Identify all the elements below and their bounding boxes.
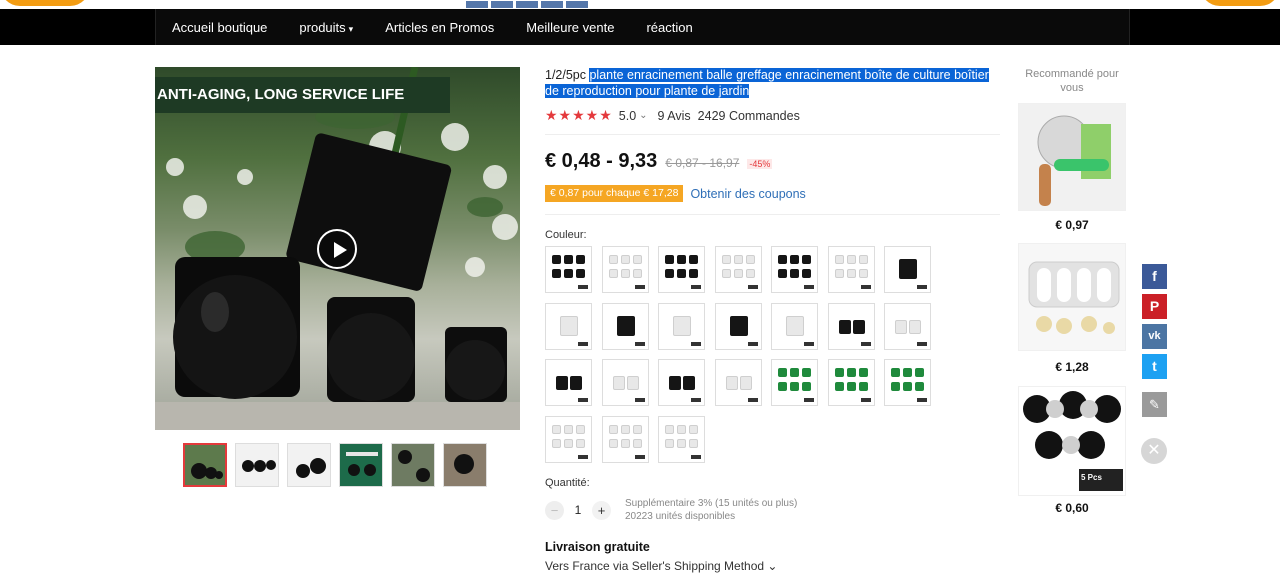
nav-accueil-boutique[interactable]: Accueil boutique	[172, 20, 267, 35]
star-rating-icon: ★★★★★	[545, 107, 613, 123]
recommended-item-2-image[interactable]	[1018, 243, 1126, 351]
nav-label: Articles en Promos	[385, 19, 495, 35]
price-row: € 0,48 - 9,33 € 0,87 - 16,97 -45%	[545, 150, 773, 173]
twitter-share-button[interactable]: t	[1142, 354, 1167, 379]
chevron-down-icon: ▾	[348, 23, 354, 34]
recommended-item-1-image[interactable]	[1018, 103, 1126, 211]
kitchen-gadget-photo	[1019, 104, 1125, 210]
recommended-item-3-badge: 5 Pcs	[1081, 473, 1102, 482]
shipping-title: Livraison gratuite	[545, 540, 650, 554]
title-highlighted-text: plante enracinement balle greffage enrac…	[545, 68, 989, 98]
current-price: € 0,48 - 9,33	[545, 150, 658, 172]
thumbnail-strip	[183, 443, 487, 487]
play-icon[interactable]	[317, 229, 357, 269]
quantity-input[interactable]: 1	[564, 503, 592, 517]
nav-label: Meilleure vente	[526, 19, 615, 35]
color-swatch[interactable]	[827, 246, 875, 293]
quantity-info: Supplémentaire 3% (15 unités ou plus) 20…	[625, 497, 797, 523]
nav-label: réaction	[646, 19, 693, 35]
recommended-item-2-price: € 1,28	[1055, 360, 1089, 374]
coupon-tag: € 0,87 pour chaque € 17,28	[545, 185, 684, 202]
orders-count: 2429 Commandes	[697, 108, 800, 123]
color-label: Couleur:	[545, 229, 587, 241]
color-swatch[interactable]	[545, 302, 592, 350]
navigation-bar: Accueil boutique produits ▾ Articles en P…	[0, 9, 1280, 45]
color-swatch[interactable]	[771, 302, 818, 350]
title-prefix: 1/2/5pc	[545, 68, 590, 82]
color-swatch[interactable]	[545, 415, 592, 463]
nav-label: produits	[299, 19, 346, 35]
color-swatch[interactable]	[714, 246, 762, 293]
reviews-count[interactable]: 9 Avis	[658, 109, 691, 123]
color-swatch[interactable]	[771, 359, 818, 406]
color-swatch[interactable]	[658, 415, 705, 463]
nav-label: Accueil boutique	[172, 19, 268, 35]
nav-articles-en-promos[interactable]: Articles en Promos	[385, 20, 494, 35]
stock-available-text: 20223 unités disponibles	[625, 511, 736, 522]
recommended-item-3-price: € 0,60	[1055, 501, 1089, 515]
color-swatch[interactable]	[884, 302, 931, 350]
quantity-minus-button[interactable]: −	[545, 500, 564, 520]
store-logo-left	[0, 0, 90, 6]
top-header-strip	[0, 0, 1280, 9]
coupon-row: € 0,87 pour chaque € 17,28 Obtenir des c…	[545, 185, 806, 202]
quantity-label: Quantité:	[545, 477, 590, 489]
color-swatch[interactable]	[601, 415, 649, 463]
nav-produits[interactable]: produits ▾	[299, 20, 353, 35]
thumbnail-4[interactable]	[339, 443, 383, 487]
color-swatch[interactable]	[601, 302, 649, 350]
popsicle-mold-photo	[1019, 244, 1125, 350]
rating-row: ★★★★★ 5.0 ⌄ 9 Avis 2429 Commandes	[545, 107, 800, 124]
divider	[545, 134, 1000, 135]
quantity-stepper: − 1 + Supplémentaire 3% (15 unités ou pl…	[545, 497, 797, 523]
recommended-item-3-image[interactable]: 5 Pcs	[1018, 386, 1126, 496]
color-swatch[interactable]	[827, 359, 875, 406]
vk-share-button[interactable]: vk	[1142, 324, 1167, 349]
flag-badges	[466, 1, 588, 8]
facebook-share-button[interactable]: f	[1142, 264, 1167, 289]
nav-reaction[interactable]: réaction	[646, 20, 692, 35]
color-swatch[interactable]	[601, 246, 649, 293]
color-swatch[interactable]	[545, 359, 592, 406]
main-product-image[interactable]: ANTI-AGING, LONG SERVICE LIFE	[155, 67, 520, 430]
shipping-method-selector[interactable]: Vers France via Seller's Shipping Method…	[545, 559, 777, 573]
close-icon[interactable]: ✕	[1141, 438, 1167, 464]
thumbnail-5[interactable]	[391, 443, 435, 487]
bulk-discount-text: Supplémentaire 3% (15 unités ou plus)	[625, 498, 798, 509]
pinterest-share-button[interactable]: P	[1142, 294, 1167, 319]
color-swatch[interactable]	[545, 246, 592, 293]
color-swatch[interactable]	[714, 302, 762, 350]
thumbnail-6[interactable]	[443, 443, 487, 487]
color-swatch[interactable]	[601, 359, 649, 406]
color-swatch[interactable]	[771, 246, 818, 293]
store-logo-right	[1200, 0, 1280, 6]
original-price: € 0,87 - 16,97	[665, 156, 740, 170]
get-coupons-link[interactable]: Obtenir des coupons	[690, 187, 805, 201]
color-swatch[interactable]	[827, 302, 875, 350]
thumbnail-2[interactable]	[235, 443, 279, 487]
chevron-down-icon[interactable]: ⌄	[639, 110, 647, 121]
nav-meilleure-vente[interactable]: Meilleure vente	[526, 20, 614, 35]
product-title: 1/2/5pc plante enracinement balle greffa…	[545, 67, 1000, 99]
divider	[545, 214, 1000, 215]
color-swatch[interactable]	[658, 359, 705, 406]
thumbnail-3[interactable]	[287, 443, 331, 487]
color-swatch[interactable]	[714, 359, 762, 406]
color-swatch[interactable]	[658, 302, 705, 350]
image-banner-text: ANTI-AGING, LONG SERVICE LIFE	[155, 77, 450, 113]
quantity-plus-button[interactable]: +	[592, 500, 611, 520]
discount-badge: -45%	[747, 159, 773, 169]
edit-icon[interactable]: ✎	[1142, 392, 1167, 417]
rating-value[interactable]: 5.0	[619, 109, 636, 123]
thumbnail-1[interactable]	[183, 443, 227, 487]
recommended-item-1-price: € 0,97	[1055, 218, 1089, 232]
color-swatch[interactable]	[884, 359, 931, 406]
grafting-ball-photo	[1019, 387, 1125, 495]
color-swatch[interactable]	[658, 246, 705, 293]
color-swatch[interactable]	[884, 246, 931, 293]
recommended-title: Recommandé pour vous	[1025, 68, 1119, 94]
